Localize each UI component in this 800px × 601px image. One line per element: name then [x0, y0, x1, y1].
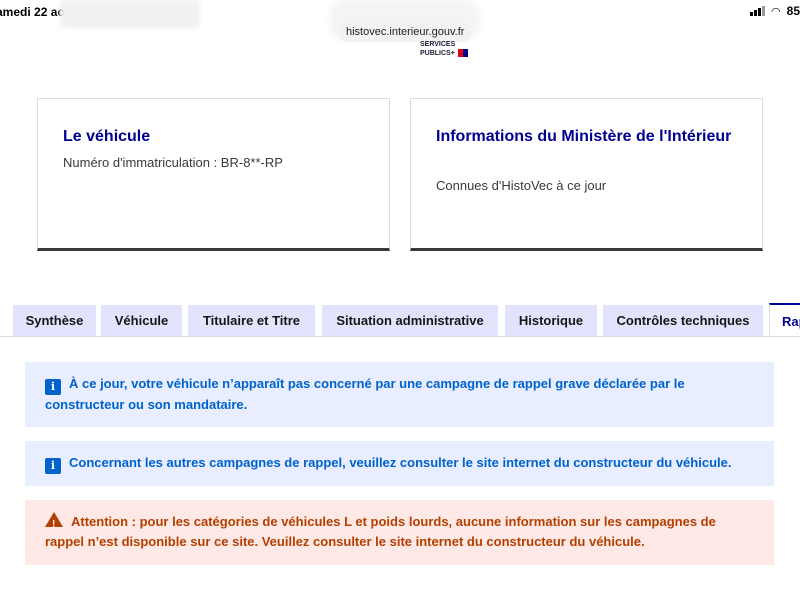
- tab-titulaire[interactable]: Titulaire et Titre: [188, 305, 315, 337]
- alert-warning: Attention : pour les catégories de véhic…: [25, 500, 774, 565]
- url-bar[interactable]: histovec.interieur.gouv.fr: [339, 22, 472, 42]
- tab-synthese[interactable]: Synthèse: [13, 305, 96, 337]
- signal-icon: [750, 6, 766, 16]
- vehicle-card-title: Le véhicule: [63, 128, 151, 145]
- info-icon: i: [45, 458, 61, 474]
- blurred-background: [60, 0, 200, 28]
- registration-number: Numéro d'immatriculation : BR-8**-RP: [63, 155, 283, 170]
- services-publics-logo[interactable]: SERVICES PUBLICS+: [420, 41, 468, 58]
- tab-list: Synthèse Véhicule Titulaire et Titre Sit…: [0, 303, 800, 338]
- info-icon: i: [45, 379, 61, 395]
- alert-text: À ce jour, votre véhicule n’apparaît pas…: [45, 376, 685, 412]
- warning-icon: [45, 512, 63, 535]
- flag-icon: [457, 49, 468, 57]
- wifi-icon: ◠: [771, 5, 781, 18]
- ministry-card: Informations du Ministère de l'Intérieur…: [410, 98, 763, 251]
- alert-info: i Concernant les autres campagnes de rapp…: [25, 441, 774, 486]
- vehicle-card: Le véhicule Numéro d'immatriculation : B…: [37, 98, 390, 251]
- tab-rappels[interactable]: Rap: [769, 303, 800, 338]
- logo-line: PUBLICS+: [420, 49, 468, 58]
- tab-vehicule[interactable]: Véhicule: [101, 305, 182, 337]
- alert-text: Attention : pour les catégories de véhic…: [45, 514, 716, 549]
- ministry-card-description: Connues d'HistoVec à ce jour: [436, 178, 607, 193]
- tab-historique[interactable]: Historique: [505, 305, 597, 337]
- tab-controles-techniques[interactable]: Contrôles techniques: [603, 305, 763, 337]
- ministry-card-title: Informations du Ministère de l'Intérieur: [436, 128, 732, 145]
- battery-level: 85: [786, 4, 800, 18]
- alert-info: iÀ ce jour, votre véhicule n’apparaît pa…: [25, 362, 774, 427]
- status-icons: ◠ 85: [750, 4, 800, 18]
- tab-situation-administrative[interactable]: Situation administrative: [322, 305, 498, 337]
- alert-text: Concernant les autres campagnes de rappe…: [69, 455, 732, 470]
- logo-line: SERVICES: [420, 41, 456, 48]
